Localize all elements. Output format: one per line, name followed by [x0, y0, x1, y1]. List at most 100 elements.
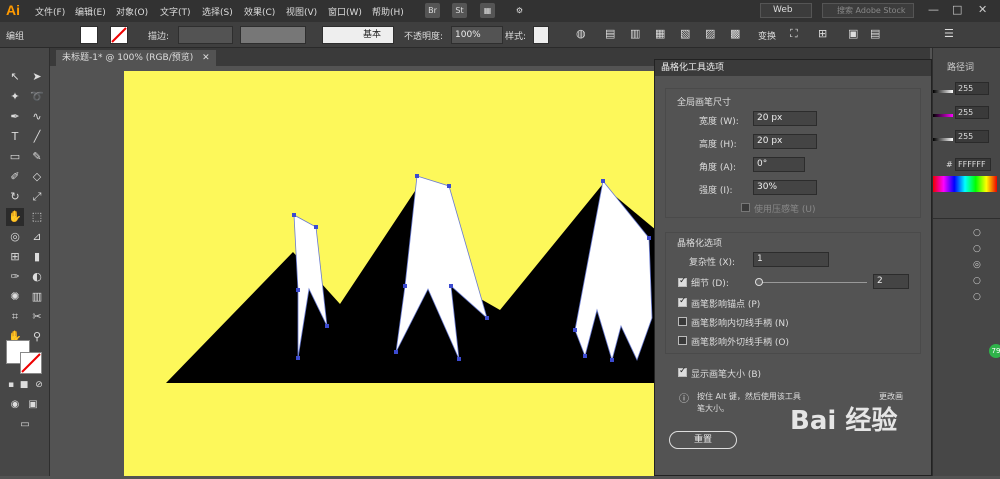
close-icon[interactable]: ✕ — [978, 3, 987, 16]
height-field[interactable]: 20 px — [753, 134, 817, 149]
stock-button[interactable]: St — [452, 3, 467, 18]
panel-menu-icon[interactable]: ☰ — [944, 27, 954, 40]
workspace-switcher[interactable]: Web — [760, 3, 812, 18]
align-right-icon[interactable]: ▧ — [680, 27, 690, 40]
color-value-g[interactable]: 255 — [955, 106, 989, 119]
out-tangent-checkbox[interactable] — [678, 336, 687, 345]
perspective-grid-icon[interactable]: ⊿ — [28, 228, 46, 246]
stroke-color-box[interactable] — [20, 352, 42, 374]
arrange-documents-icon[interactable]: ▦ — [480, 3, 495, 18]
minimize-icon[interactable]: — — [928, 3, 939, 16]
rotate-tool-icon[interactable]: ↻ — [6, 188, 24, 206]
artboard[interactable] — [124, 71, 656, 476]
align-top-icon[interactable]: ▨ — [705, 27, 715, 40]
rectangle-tool-icon[interactable]: ▭ — [6, 148, 24, 166]
blend-tool-icon[interactable]: ◐ — [28, 268, 46, 286]
color-value-r[interactable]: 255 — [955, 82, 989, 95]
pressure-checkbox[interactable] — [741, 203, 750, 212]
menu-effect[interactable]: 效果(C) — [244, 5, 275, 18]
magic-wand-icon[interactable]: ✦ — [6, 88, 24, 106]
stroke-weight-field[interactable] — [178, 26, 233, 44]
layer-lock-icon[interactable]: ○ — [973, 276, 981, 286]
opacity-field[interactable]: 100% — [451, 26, 503, 44]
hex-field[interactable]: FFFFFF — [955, 158, 991, 171]
reset-button[interactable]: 重置 — [669, 431, 737, 449]
pen-tool-icon[interactable]: ✒ — [6, 108, 24, 126]
maximize-icon[interactable]: □ — [952, 3, 962, 16]
stroke-swatch[interactable] — [110, 26, 128, 44]
curvature-tool-icon[interactable]: ∿ — [28, 108, 46, 126]
arrange-icon[interactable]: ▣ — [848, 27, 858, 40]
selection-tool-icon[interactable]: ↖ — [6, 68, 24, 86]
graphic-style-swatch[interactable] — [533, 26, 549, 44]
width-field[interactable]: 20 px — [753, 111, 817, 126]
artboard-tool-icon[interactable]: ⌗ — [6, 308, 24, 326]
variable-width-profile[interactable] — [240, 26, 306, 44]
recolor-icon[interactable]: ◍ — [576, 27, 586, 40]
menu-select[interactable]: 选择(S) — [202, 5, 233, 18]
symbol-sprayer-icon[interactable]: ✺ — [6, 288, 24, 306]
menu-object[interactable]: 对象(O) — [116, 5, 148, 18]
menu-edit[interactable]: 编辑(E) — [75, 5, 106, 18]
color-slider-r[interactable] — [933, 90, 953, 93]
align-center-icon[interactable]: ▦ — [655, 27, 665, 40]
bridge-button[interactable]: Br — [425, 3, 440, 18]
draw-mode-icon[interactable]: ◉ — [6, 396, 24, 414]
more-options-icon[interactable]: ▤ — [870, 27, 880, 40]
direct-selection-tool-icon[interactable]: ➤ — [28, 68, 46, 86]
color-slider-b[interactable] — [933, 138, 953, 141]
detail-slider-track[interactable] — [755, 282, 867, 283]
eyedropper-icon[interactable]: ✑ — [6, 268, 24, 286]
align-middle-icon[interactable]: ▩ — [730, 27, 740, 40]
align-icon[interactable]: ▤ — [605, 27, 615, 40]
eraser-icon[interactable]: ◇ — [28, 168, 46, 186]
shaper-tool-icon[interactable]: ✐ — [6, 168, 24, 186]
menu-type[interactable]: 文字(T) — [160, 5, 191, 18]
show-size-checkbox[interactable] — [678, 366, 687, 377]
free-transform-icon[interactable]: ⬚ — [28, 208, 46, 226]
menu-window[interactable]: 窗口(W) — [328, 5, 362, 18]
mountain-artwork[interactable] — [124, 71, 656, 476]
column-graph-icon[interactable]: ▥ — [28, 288, 46, 306]
complexity-field[interactable]: 1 — [753, 252, 829, 267]
none-mode-icon[interactable]: ⊘ — [30, 376, 48, 394]
mesh-tool-icon[interactable]: ⊞ — [6, 248, 24, 266]
stock-search-input[interactable]: 搜索 Adobe Stock — [822, 3, 914, 18]
gradient-tool-icon[interactable]: ▮ — [28, 248, 46, 266]
type-tool-icon[interactable]: T — [6, 128, 24, 146]
isolate-icon[interactable]: ⛶ — [790, 27, 798, 41]
dialog-title[interactable]: 晶格化工具选项 — [655, 60, 931, 76]
menu-file[interactable]: 文件(F) — [35, 5, 65, 18]
fill-swatch[interactable] — [80, 26, 98, 44]
intensity-field[interactable]: 30% — [753, 180, 817, 195]
color-slider-g[interactable] — [933, 114, 953, 117]
layer-visibility-icon[interactable]: ○ — [973, 228, 981, 238]
zoom-tool-icon[interactable]: ⚲ — [28, 328, 46, 346]
panel-tab-label[interactable]: 路径词 — [947, 60, 974, 73]
layer-selected-icon[interactable]: ◎ — [973, 260, 981, 270]
lasso-icon[interactable]: ➰ — [28, 88, 46, 106]
paintbrush-icon[interactable]: ✎ — [28, 148, 46, 166]
scale-tool-icon[interactable]: ⤢ — [28, 188, 46, 206]
brush-definition[interactable]: 基本 — [322, 26, 394, 44]
gpu-performance-icon[interactable]: ⚙ — [512, 3, 527, 18]
screen-mode-icon[interactable]: ▣ — [24, 396, 42, 414]
anchor-checkbox[interactable] — [678, 296, 687, 307]
detail-field[interactable]: 2 — [873, 274, 909, 289]
layer-extra-icon[interactable]: ○ — [973, 292, 981, 302]
shape-builder-icon[interactable]: ◎ — [6, 228, 24, 246]
color-value-b[interactable]: 255 — [955, 130, 989, 143]
angle-field[interactable]: 0° — [753, 157, 805, 172]
align-left-icon[interactable]: ▥ — [630, 27, 640, 40]
slice-tool-icon[interactable]: ✂ — [28, 308, 46, 326]
close-tab-icon[interactable]: ✕ — [202, 53, 210, 63]
line-tool-icon[interactable]: ╱ — [28, 128, 46, 146]
transform-link[interactable]: 变换 — [758, 29, 776, 42]
layer-target-icon[interactable]: ○ — [973, 244, 981, 254]
crystallize-tool-icon[interactable]: ✋ — [6, 208, 24, 226]
in-tangent-checkbox[interactable] — [678, 317, 687, 326]
menu-view[interactable]: 视图(V) — [286, 5, 317, 18]
document-tab[interactable]: 未标题-1* @ 100% (RGB/预览) ✕ — [56, 50, 216, 66]
edit-toolbar-icon[interactable]: ▭ — [16, 416, 34, 434]
menu-help[interactable]: 帮助(H) — [372, 5, 404, 18]
